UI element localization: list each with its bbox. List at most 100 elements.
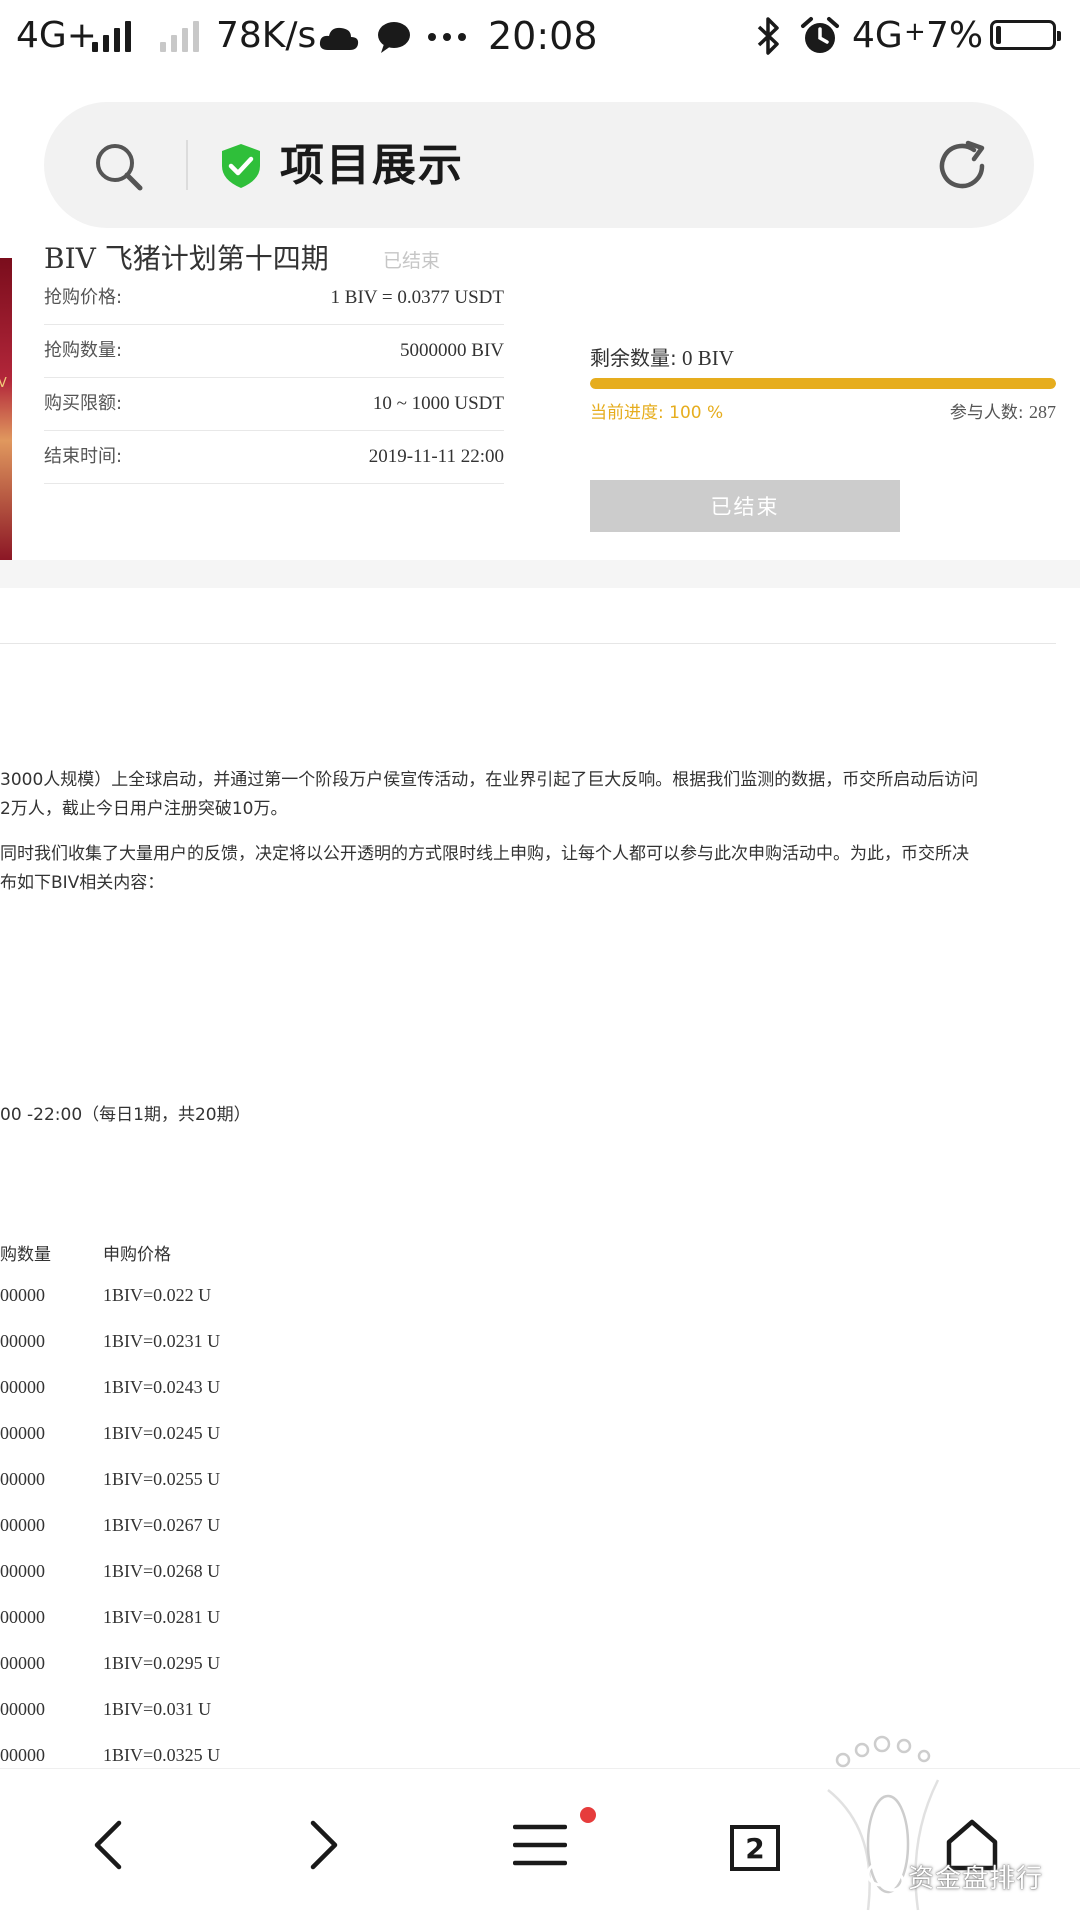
- more-icon: [428, 33, 466, 41]
- table-row: 00000 1BIV=0.0268 U: [0, 1561, 300, 1607]
- info-value: 1 BIV = 0.0377 USDT: [330, 287, 504, 308]
- table-row: 00000 1BIV=0.0243 U: [0, 1377, 300, 1423]
- table-header-quantity: 购数量: [0, 1245, 51, 1265]
- row-quantity: 00000: [0, 1699, 45, 1719]
- row-quantity: 00000: [0, 1285, 45, 1305]
- section-divider: [0, 560, 1080, 588]
- forward-button[interactable]: [264, 1769, 384, 1921]
- battery-icon: [990, 20, 1061, 50]
- menu-button[interactable]: [480, 1769, 600, 1921]
- participants-label: 参与人数:: [949, 403, 1024, 423]
- info-row-limit: 购买限额: 10 ~ 1000 USDT: [44, 378, 504, 431]
- clock: 20:08: [488, 14, 598, 58]
- info-value: 10 ~ 1000 USDT: [372, 393, 504, 414]
- network-type: 4G+: [16, 15, 97, 56]
- table-row: 00000 1BIV=0.0255 U: [0, 1469, 300, 1515]
- row-price: 1BIV=0.0268 U: [103, 1561, 221, 1581]
- address-divider: [186, 140, 188, 190]
- table-row: 00000 1BIV=0.031 U: [0, 1699, 300, 1745]
- status-bar: 4G+ 78K/s 20:08 4G + 7%: [0, 0, 1080, 76]
- back-button[interactable]: [48, 1769, 168, 1921]
- row-price: 1BIV=0.0243 U: [103, 1377, 221, 1397]
- project-status: 已结束: [383, 250, 441, 272]
- row-price: 1BIV=0.0281 U: [103, 1607, 221, 1627]
- project-title: BIV 飞猪计划第十四期: [44, 242, 329, 275]
- progress-label: 当前进度: 100 %: [590, 403, 724, 423]
- info-value: 5000000 BIV: [400, 340, 504, 361]
- alarm-icon: [801, 17, 839, 53]
- paragraph-line: 3000人规模）上全球启动，并通过第一个阶段万户侯宣传活动，在业界引起了巨大反响…: [0, 770, 979, 790]
- table-row: 00000 1BIV=0.0281 U: [0, 1607, 300, 1653]
- watermark-text: 资金盘排行: [908, 1864, 1044, 1894]
- network-type-2: 4G: [852, 15, 903, 56]
- info-label: 结束时间:: [44, 446, 123, 467]
- project-image-label: IV: [0, 376, 7, 391]
- progress-fill: [590, 378, 1056, 389]
- remaining-label: 剩余数量:: [590, 346, 677, 370]
- row-quantity: 00000: [0, 1331, 45, 1351]
- row-price: 1BIV=0.022 U: [103, 1285, 212, 1305]
- info-label: 抢购价格:: [44, 287, 123, 308]
- row-quantity: 00000: [0, 1653, 45, 1673]
- row-quantity: 00000: [0, 1607, 45, 1627]
- progress-bar: [590, 378, 1056, 389]
- cloud-icon: [319, 27, 359, 50]
- article-paragraph-2: 同时我们收集了大量用户的反馈，决定将以公开透明的方式限时线上申购，让每个人都可以…: [0, 840, 1070, 898]
- shield-check-icon: [222, 144, 260, 188]
- table-row: 00000 1BIV=0.0245 U: [0, 1423, 300, 1469]
- info-label: 购买限额:: [44, 393, 123, 414]
- forward-icon: [310, 1820, 338, 1870]
- tabs-icon[interactable]: 2: [730, 1825, 780, 1871]
- network-plus: +: [904, 17, 926, 47]
- home-button[interactable]: [912, 1769, 1032, 1921]
- table-header-price: 申购价格: [103, 1245, 171, 1265]
- row-quantity: 00000: [0, 1423, 45, 1443]
- row-quantity: 00000: [0, 1515, 45, 1535]
- ended-button[interactable]: 已结束: [590, 480, 900, 532]
- notification-dot: [580, 1807, 596, 1823]
- info-row-quantity: 抢购数量: 5000000 BIV: [44, 325, 504, 378]
- remaining-value: 0 BIV: [682, 346, 734, 370]
- schedule-text: 00 -22:00（每日1期，共20期）: [0, 1105, 251, 1125]
- signal-icon-secondary: [160, 20, 200, 52]
- table-row: 00000 1BIV=0.0267 U: [0, 1515, 300, 1561]
- network-speed: 78K/s: [216, 15, 317, 56]
- section-line: [0, 643, 1056, 644]
- refresh-icon[interactable]: [938, 140, 992, 192]
- row-price: 1BIV=0.0231 U: [103, 1331, 221, 1351]
- article-paragraph-1: 3000人规模）上全球启动，并通过第一个阶段万户侯宣传活动，在业界引起了巨大反响…: [0, 766, 1070, 824]
- project-card: IV BIV 飞猪计划第十四期 已结束 抢购价格: 1 BIV = 0.0377…: [0, 228, 1080, 562]
- table-row: 00000 1BIV=0.022 U: [0, 1285, 300, 1331]
- table-row: 00000 1BIV=0.0231 U: [0, 1331, 300, 1377]
- back-icon: [94, 1820, 122, 1870]
- paragraph-line: 同时我们收集了大量用户的反馈，决定将以公开透明的方式限时线上申购，让每个人都可以…: [0, 844, 969, 864]
- info-row-price: 抢购价格: 1 BIV = 0.0377 USDT: [44, 272, 504, 325]
- row-quantity: 00000: [0, 1377, 45, 1397]
- row-price: 1BIV=0.0325 U: [103, 1745, 221, 1765]
- row-price: 1BIV=0.0245 U: [103, 1423, 221, 1443]
- paragraph-line: 布如下BIV相关内容：: [0, 873, 165, 893]
- menu-icon: [513, 1824, 567, 1866]
- paragraph-line: 2万人，截止今日用户注册突破10万。: [0, 799, 288, 819]
- page-title: 项目展示: [280, 140, 464, 191]
- remaining-quantity: 剩余数量: 0 BIV: [590, 342, 734, 371]
- row-quantity: 00000: [0, 1745, 45, 1765]
- table-row: 00000 1BIV=0.0295 U: [0, 1653, 300, 1699]
- row-quantity: 00000: [0, 1561, 45, 1581]
- info-label: 抢购数量:: [44, 340, 123, 361]
- row-price: 1BIV=0.0255 U: [103, 1469, 221, 1489]
- search-icon[interactable]: [94, 142, 144, 192]
- row-price: 1BIV=0.031 U: [103, 1699, 212, 1719]
- row-quantity: 00000: [0, 1469, 45, 1489]
- wechat-icon: [866, 1861, 905, 1892]
- signal-icon: [92, 20, 132, 52]
- info-row-end-time: 结束时间: 2019-11-11 22:00: [44, 431, 504, 484]
- participants-count: 参与人数: 287: [950, 398, 1056, 423]
- battery-percent: 7%: [926, 15, 984, 56]
- participants-value: 287: [1029, 402, 1056, 422]
- row-price: 1BIV=0.0295 U: [103, 1653, 221, 1673]
- project-image: IV: [0, 258, 12, 562]
- address-bar[interactable]: 项目展示: [44, 102, 1034, 228]
- chat-icon: [378, 22, 410, 53]
- bottom-nav: 2: [0, 1768, 1080, 1921]
